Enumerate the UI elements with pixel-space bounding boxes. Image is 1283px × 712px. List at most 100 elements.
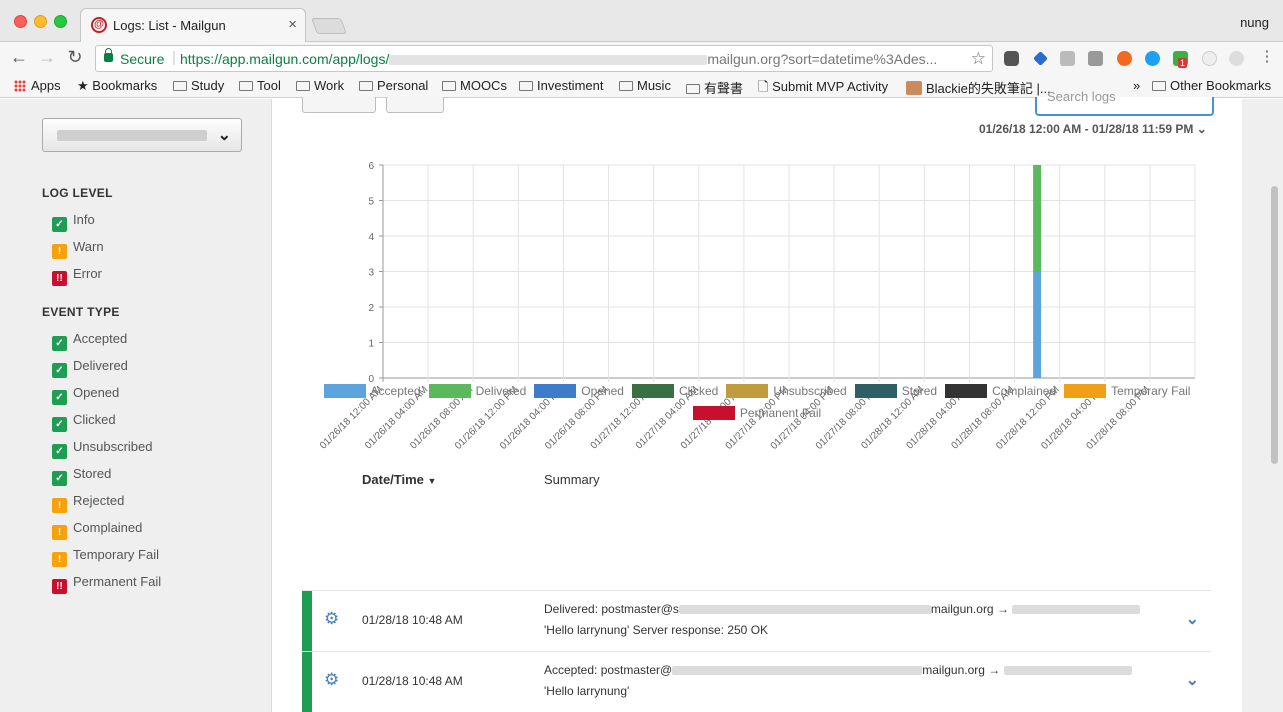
filter-event-stored[interactable]: ✓ Stored [52, 466, 111, 486]
legend-swatch [945, 384, 988, 398]
redacted-text [672, 666, 923, 676]
table-row[interactable]: ⚙ 01/28/18 10:48 AM Accepted: postmaster… [302, 651, 1211, 712]
chevron-down-icon[interactable]: ⌄ [1186, 609, 1199, 629]
redacted-url-segment [389, 55, 708, 66]
filter-event-opened[interactable]: ✓ Opened [52, 385, 119, 405]
view-toggle-button[interactable] [386, 97, 444, 113]
legend-label: Stored [901, 384, 938, 398]
reader-extension-icon[interactable] [1088, 51, 1103, 66]
bookmark-star-icon[interactable]: ☆ [971, 49, 986, 69]
close-window-button[interactable] [14, 15, 27, 28]
back-arrow-icon[interactable]: ← [8, 47, 30, 68]
legend-swatch [726, 384, 769, 398]
reload-icon[interactable]: ↻ [64, 47, 86, 68]
folder-icon [442, 81, 456, 91]
legend-label: Complained [992, 384, 1057, 398]
orange-extension-icon[interactable] [1117, 51, 1132, 66]
gear-icon[interactable]: ⚙ [324, 609, 339, 629]
filter-toggle-button[interactable] [302, 97, 376, 113]
redacted-text [1012, 605, 1141, 615]
gear-icon[interactable]: ⚙ [324, 670, 339, 690]
check-icon: ✓ [52, 217, 67, 232]
bookmark-study[interactable]: Study [173, 78, 224, 93]
star-icon: ★ [77, 78, 93, 93]
browser-tab[interactable]: @ Logs: List - Mailgun × [80, 8, 306, 42]
url-text[interactable]: https://app.mailgun.com/app/logs/mailgun… [180, 51, 937, 67]
legend-item-opened[interactable]: Opened [534, 384, 624, 398]
sort-desc-icon: ▼ [427, 476, 437, 486]
folder-icon [619, 81, 633, 91]
shield-extension-icon[interactable] [1229, 51, 1244, 66]
legend-label: Delivered [475, 384, 527, 398]
row-summary-line2: 'Hello larrynung' [544, 684, 630, 698]
url-prefix: https://app.mailgun.com/app/logs/ [180, 51, 390, 67]
maximize-window-button[interactable] [54, 15, 67, 28]
filter-event-complained[interactable]: ! Complained [52, 520, 142, 540]
bookmark-moocs[interactable]: MOOCs [442, 78, 507, 93]
legend-item-permanent-fail[interactable]: Permanent Fail [692, 406, 821, 420]
menu-dots-icon[interactable]: ⋮ [1256, 47, 1278, 65]
y-tick-label: 5 [368, 197, 374, 208]
forward-arrow-icon[interactable]: → [36, 47, 58, 68]
bookmark-blackie[interactable]: Blackie的失敗筆記 |... [906, 78, 1051, 97]
legend-item-temporary-fail[interactable]: Temporary Fail [1064, 384, 1190, 398]
bookmark-submit-mvp[interactable]: 🗋 Submit MVP Activity [758, 78, 888, 100]
filter-event-accepted[interactable]: ✓ Accepted [52, 331, 127, 351]
legend-item-complained[interactable]: Complained [945, 384, 1056, 398]
minimize-window-button[interactable] [34, 15, 47, 28]
chevron-down-icon[interactable]: ⌄ [1186, 670, 1199, 690]
filter-event-unsubscribed[interactable]: ✓ Unsubscribed [52, 439, 153, 459]
legend-item-stored[interactable]: Stored [854, 384, 938, 398]
column-header-datetime[interactable]: Date/Time ▼ [362, 472, 436, 487]
row-datetime: 01/28/18 10:48 AM [362, 674, 463, 688]
new-tab-button[interactable] [311, 18, 347, 34]
filter-event-permanent-fail[interactable]: !! Permanent Fail [52, 574, 161, 594]
bookmarks-overflow-icon[interactable]: » [1133, 78, 1140, 93]
redacted-domain [57, 130, 207, 141]
circle-extension-icon[interactable] [1202, 51, 1217, 66]
legend-item-unsubscribed[interactable]: Unsubscribed [726, 384, 847, 398]
copy-extension-icon[interactable] [1060, 51, 1075, 66]
bookmark-music[interactable]: Music [619, 78, 671, 93]
date-range-text: 01/26/18 12:00 AM - 01/28/18 11:59 PM [979, 122, 1194, 136]
filter-event-temporary-fail[interactable]: ! Temporary Fail [52, 547, 159, 567]
tab-close-icon[interactable]: × [288, 16, 297, 33]
table-row[interactable]: ⚙ 01/28/18 10:48 AM Delivered: postmaste… [302, 590, 1211, 651]
bookmark-investiment[interactable]: Investiment [519, 78, 603, 93]
bookmark-personal[interactable]: Personal [359, 78, 428, 93]
filter-event-clicked[interactable]: ✓ Clicked [52, 412, 116, 432]
status-stripe [302, 652, 312, 712]
y-tick-label: 3 [368, 268, 374, 279]
bookmark-audiobooks[interactable]: 有聲書 [686, 78, 743, 97]
filter-log-level-error[interactable]: !! Error [52, 266, 102, 286]
search-input[interactable]: Search logs [1035, 89, 1214, 116]
extension-y-icon[interactable] [1033, 51, 1048, 66]
domain-select[interactable]: ⌄ [42, 118, 242, 152]
mailgun-logo-icon: @ [91, 17, 107, 33]
address-bar[interactable]: Secure | https://app.mailgun.com/app/log… [95, 45, 993, 72]
check-icon: ✓ [52, 363, 67, 378]
filter-event-rejected[interactable]: ! Rejected [52, 493, 124, 513]
bookmark-bookmarks[interactable]: ★ Bookmarks [77, 78, 157, 94]
legend-item-delivered[interactable]: Delivered [428, 384, 527, 398]
pocket-extension-icon[interactable] [1004, 51, 1019, 66]
warning-icon: ! [52, 552, 67, 567]
legend-swatch [631, 384, 674, 398]
folder-icon [359, 81, 373, 91]
bookmark-other[interactable]: Other Bookmarks [1152, 78, 1271, 93]
legend-item-accepted[interactable]: Accepted [323, 384, 421, 398]
bookmark-apps[interactable]: Apps [14, 78, 61, 93]
bar-accepted [1033, 271, 1042, 378]
green-extension-icon[interactable]: 1 [1173, 51, 1188, 68]
bookmark-tool[interactable]: Tool [239, 78, 281, 93]
filter-log-level-info[interactable]: ✓ Info [52, 212, 95, 232]
page-scrollbar[interactable] [1271, 186, 1278, 464]
date-range-picker[interactable]: 01/26/18 12:00 AM - 01/28/18 11:59 PM ⌄ [979, 122, 1207, 136]
filter-log-level-warn[interactable]: ! Warn [52, 239, 104, 259]
chevron-down-icon: ⌄ [1196, 122, 1207, 136]
legend-item-clicked[interactable]: Clicked [631, 384, 718, 398]
skype-extension-icon[interactable] [1145, 51, 1160, 66]
filter-event-delivered[interactable]: ✓ Delivered [52, 358, 128, 378]
profile-name[interactable]: nung [1240, 15, 1269, 30]
bookmark-work[interactable]: Work [296, 78, 344, 93]
